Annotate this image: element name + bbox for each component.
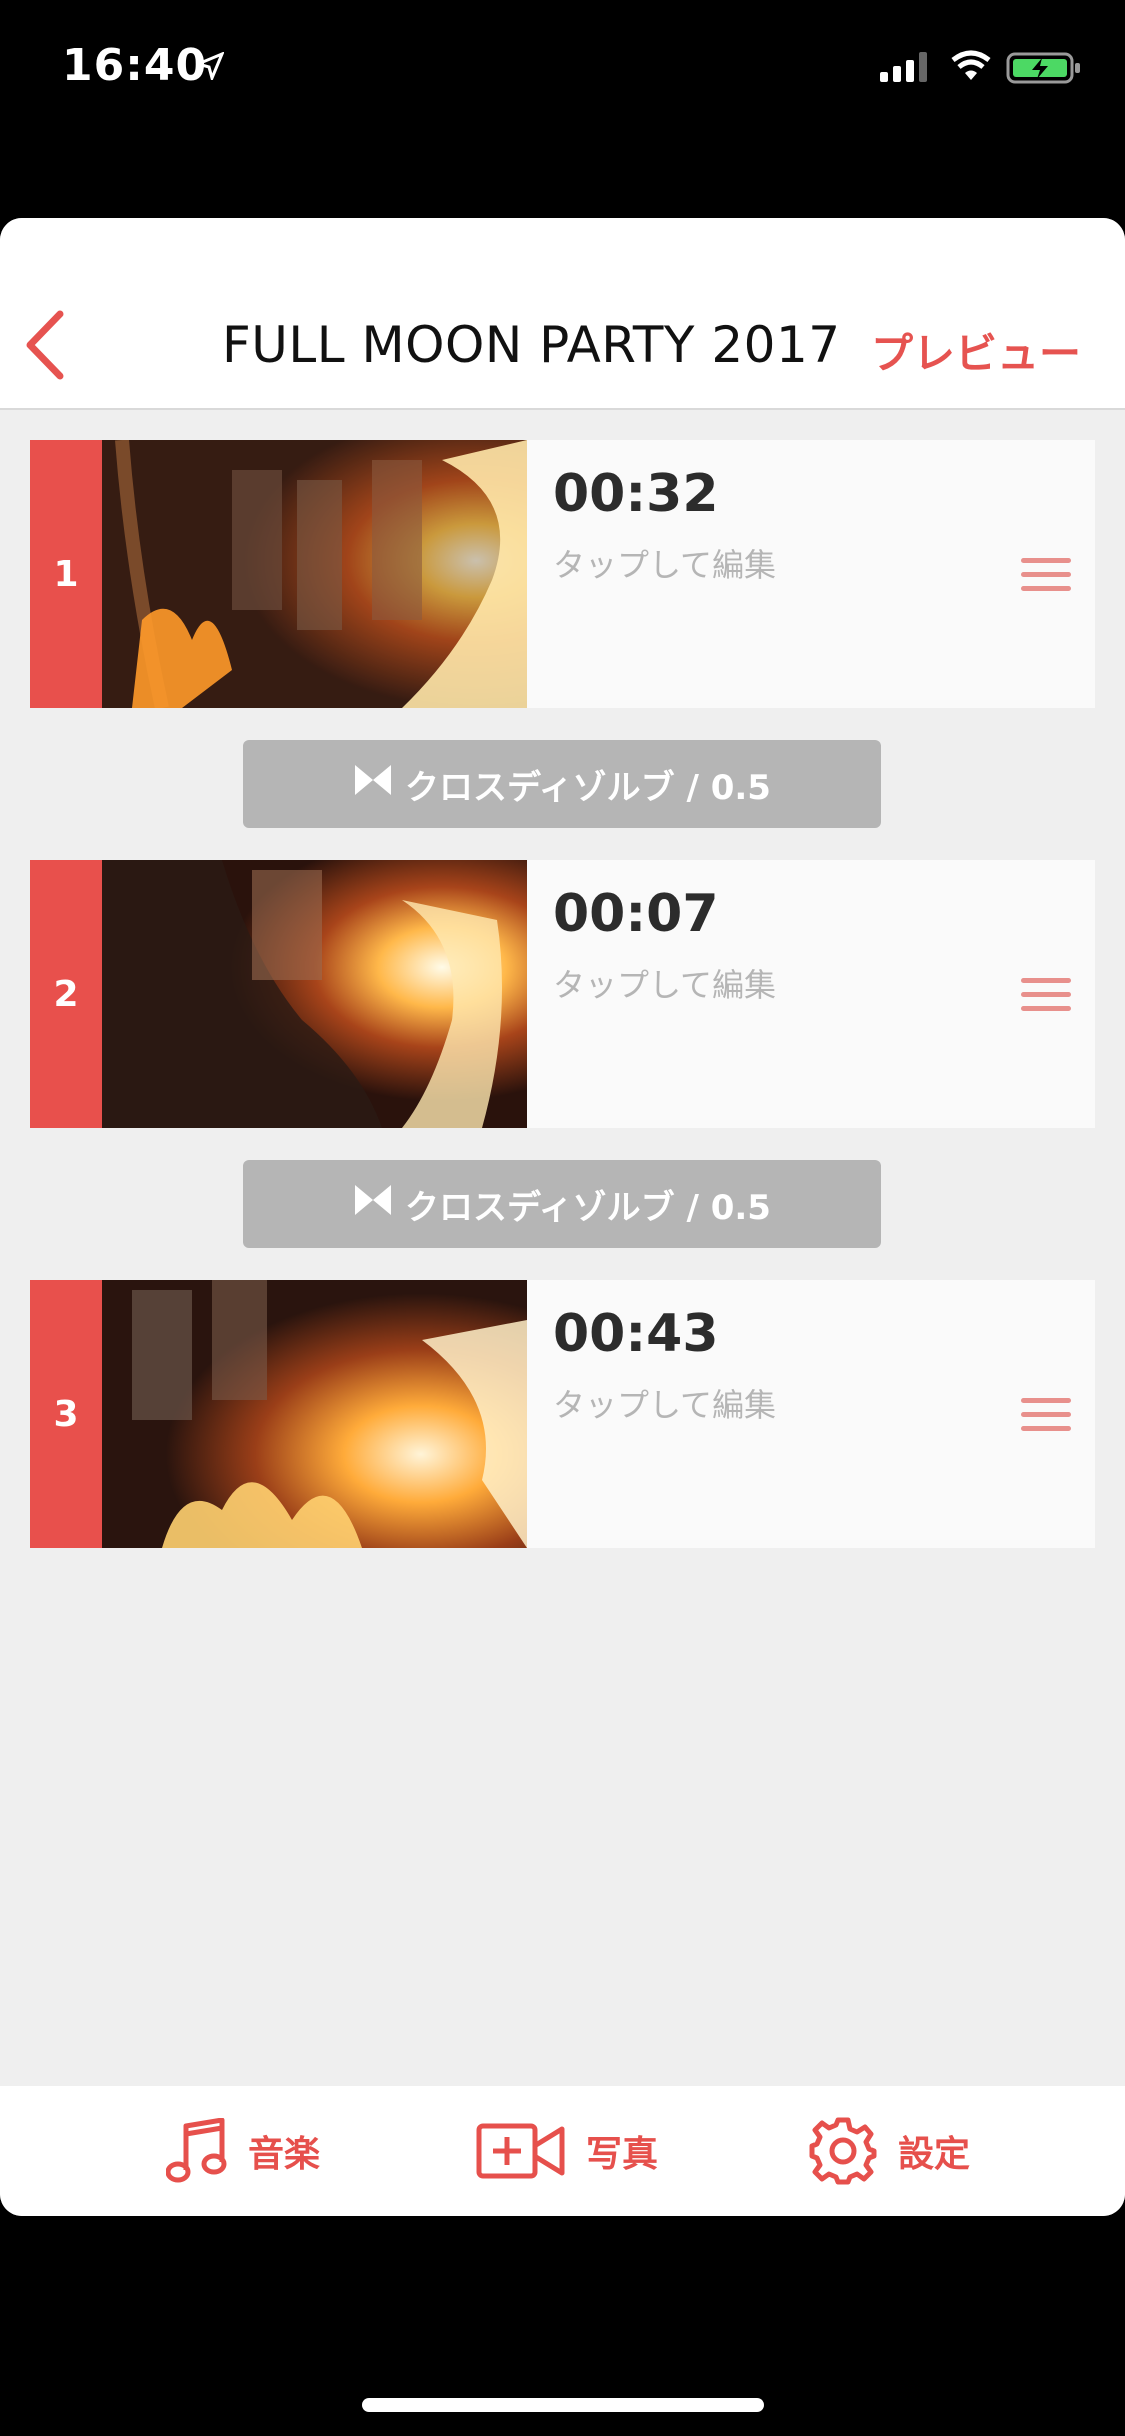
clip-row[interactable]: 2 00:07 タップして編集 — [30, 860, 1095, 1128]
drag-handle-icon[interactable] — [1021, 558, 1071, 592]
navigation-bar: FULL MOON PARTY 2017 プレビュー — [0, 218, 1125, 410]
back-chevron-icon[interactable] — [22, 310, 68, 380]
location-arrow-icon — [193, 51, 225, 84]
editor-sheet: FULL MOON PARTY 2017 プレビュー 1 00:32 タップして… — [0, 218, 1125, 2216]
status-bar: 16:40 — [0, 0, 1125, 140]
clip-index: 2 — [30, 860, 102, 1128]
settings-button[interactable]: 設定 — [808, 2086, 970, 2216]
clip-edit-hint: タップして編集 — [553, 1386, 777, 1424]
music-button[interactable]: 音楽 — [166, 2086, 320, 2216]
home-indicator[interactable] — [362, 2398, 764, 2412]
photo-label: 写真 — [586, 2134, 659, 2175]
drag-handle-icon[interactable] — [1021, 978, 1071, 1012]
music-label: 音楽 — [248, 2134, 321, 2175]
clip-duration: 00:07 — [553, 884, 719, 944]
battery-charging-icon — [1006, 52, 1082, 88]
add-video-icon — [476, 2123, 565, 2179]
clip-duration: 00:32 — [553, 464, 719, 524]
crossfade-icon — [353, 763, 393, 806]
clip-index: 3 — [30, 1280, 102, 1548]
wifi-icon — [950, 50, 992, 86]
clip-thumbnail[interactable] — [102, 1280, 527, 1548]
transition-label: クロスディゾルブ / 0.5 — [405, 1187, 771, 1228]
clip-edit-hint: タップして編集 — [553, 546, 777, 584]
drag-handle-icon[interactable] — [1021, 1398, 1071, 1432]
clip-thumbnail[interactable] — [102, 860, 527, 1128]
clip-row[interactable]: 1 00:32 タップして編集 — [30, 440, 1095, 708]
crossfade-icon — [353, 1183, 393, 1226]
status-time: 16:40 — [62, 40, 208, 91]
preview-button[interactable]: プレビュー — [871, 320, 1081, 381]
transition-button[interactable]: クロスディゾルブ / 0.5 — [243, 740, 881, 828]
settings-label: 設定 — [898, 2134, 971, 2175]
clip-edit-hint: タップして編集 — [553, 966, 777, 1004]
clip-index: 1 — [30, 440, 102, 708]
transition-label: クロスディゾルブ / 0.5 — [405, 767, 771, 808]
add-photo-button[interactable]: 写真 — [476, 2086, 658, 2216]
bottom-toolbar: 音楽 写真 設定 — [0, 2086, 1125, 2216]
clip-duration: 00:43 — [553, 1304, 719, 1364]
clip-thumbnail[interactable] — [102, 440, 527, 708]
gear-icon — [809, 2117, 877, 2185]
page-title: FULL MOON PARTY 2017 — [222, 316, 841, 374]
clip-row[interactable]: 3 00:43 タップして編集 — [30, 1280, 1095, 1548]
transition-button[interactable]: クロスディゾルブ / 0.5 — [243, 1160, 881, 1248]
signal-icon — [880, 52, 930, 86]
music-note-icon — [166, 2118, 227, 2183]
